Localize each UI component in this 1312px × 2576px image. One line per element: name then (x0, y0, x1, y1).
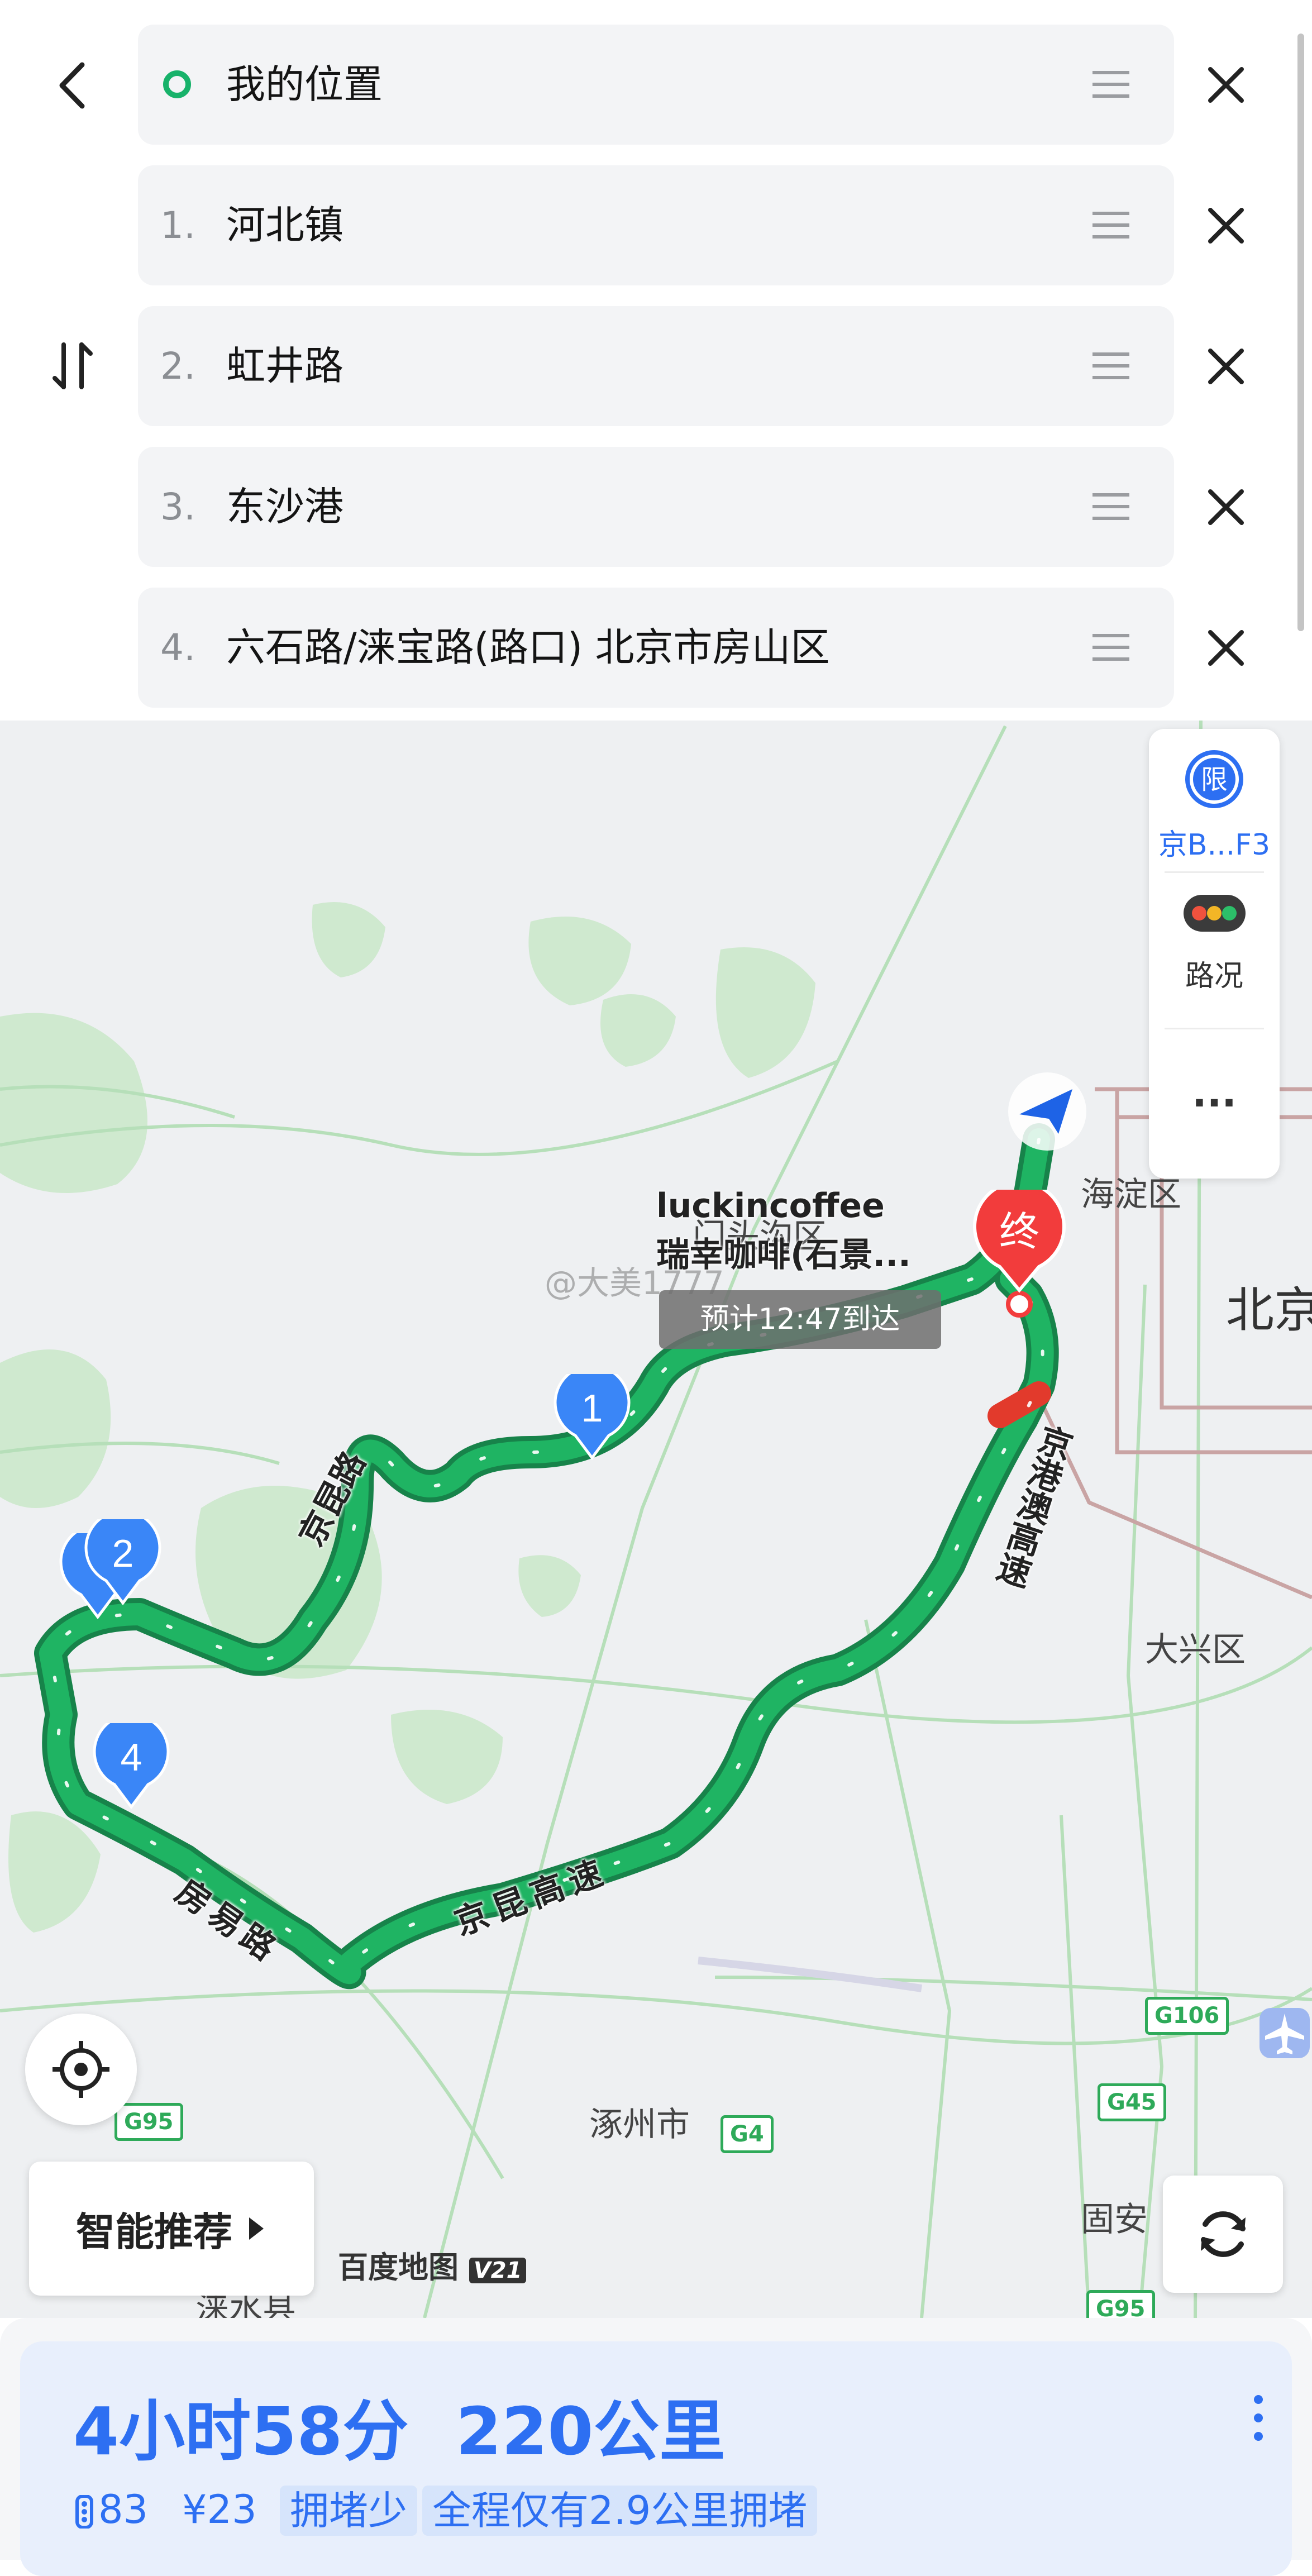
divider (1165, 871, 1264, 873)
waypoint-2-field[interactable]: 2. 虹井路 (138, 306, 1174, 426)
waypoint-name: 六石路/涞宝路(路口) 北京市房山区 (226, 624, 830, 670)
route-duration: 4小时58分 (73, 2393, 409, 2470)
waypoint-1-field[interactable]: 1. 河北镇 (138, 165, 1174, 285)
remove-waypoint-4-icon[interactable] (1198, 620, 1254, 676)
waypoint-name: 虹井路 (226, 343, 343, 389)
waypoint-name: 我的位置 (226, 61, 383, 107)
district-label: 大兴区 (1145, 1630, 1246, 1669)
my-location-dot-icon (163, 70, 191, 98)
restriction-button[interactable]: 限 京B...F3 (1149, 729, 1280, 874)
locate-me-button[interactable] (25, 2014, 137, 2125)
waypoint-marker-1[interactable]: 1 (553, 1374, 631, 1463)
refresh-route-button[interactable] (1163, 2176, 1283, 2293)
map-logo-text: 百度地图 (338, 2250, 459, 2285)
map-logo: 百度地图 V21 (338, 2243, 527, 2287)
restriction-icon: 限 (1185, 750, 1243, 808)
congestion-detail-tag: 全程仅有2.9公里拥堵 (422, 2486, 818, 2536)
traffic-light-count: 83 (98, 2487, 149, 2532)
triangle-right-icon (249, 2217, 264, 2240)
waypoint-start-field[interactable]: 我的位置 (138, 25, 1174, 145)
divider (1165, 1028, 1264, 1029)
remove-waypoint-2-icon[interactable] (1198, 338, 1254, 394)
waypoint-3-field[interactable]: 3. 东沙港 (138, 447, 1174, 567)
district-label: 北京 (1226, 1282, 1312, 1338)
marker-label: 4 (121, 1735, 142, 1779)
traffic-label: 路况 (1185, 960, 1243, 993)
restriction-icon-text: 限 (1201, 764, 1228, 795)
waypoint-index: 3. (160, 485, 195, 528)
traffic-light-icon (1184, 895, 1246, 932)
waypoint-panel: 我的位置 1. 河北镇 2. 虹井路 3. 东沙港 4. 六石路/涞宝路(路口)… (0, 0, 1312, 721)
traffic-toggle[interactable]: 路况 (1149, 874, 1280, 1019)
swap-vertical-icon (53, 342, 93, 389)
marker-label: 2 (112, 1532, 134, 1575)
swap-button[interactable] (36, 330, 109, 402)
highway-badge: G95 (114, 2103, 183, 2141)
map-base-layer (0, 721, 1312, 2318)
destination-marker[interactable]: 终 (972, 1190, 1067, 1318)
waypoint-marker-4[interactable]: 4 (92, 1723, 170, 1812)
minor-roads (0, 721, 1312, 2318)
highway-badge: G106 (1145, 1997, 1229, 2035)
remove-waypoint-0-icon[interactable] (1198, 57, 1254, 113)
highway-badge: G4 (721, 2115, 774, 2153)
crosshair-icon (53, 2041, 109, 2098)
map-tools-panel: 限 京B...F3 路况 ··· (1149, 729, 1280, 1179)
route-option-card[interactable]: 4小时58分 220公里 83 ¥23 拥堵少 全程仅有2.9公里拥堵 (20, 2341, 1292, 2576)
back-button[interactable] (36, 49, 109, 122)
railway (698, 1957, 923, 1992)
smart-recommend-button[interactable]: 智能推荐 (29, 2162, 314, 2296)
drag-handle-icon[interactable] (1092, 69, 1129, 100)
smart-recommend-label: 智能推荐 (76, 2208, 232, 2255)
route-cost: ¥23 (182, 2487, 257, 2532)
restriction-plate: 京B...F3 (1158, 828, 1271, 862)
waypoint-index: 4. (160, 626, 195, 669)
highway-badge: G95 (1086, 2290, 1155, 2318)
drag-handle-icon[interactable] (1092, 632, 1129, 663)
waypoint-4-field[interactable]: 4. 六石路/涞宝路(路口) 北京市房山区 (138, 588, 1174, 708)
drag-handle-icon[interactable] (1092, 350, 1129, 381)
waypoint-index: 1. (160, 204, 195, 247)
waypoint-index: 2. (160, 345, 195, 388)
district-label: 固安 (1081, 2200, 1148, 2239)
airport-icon (1259, 2008, 1310, 2058)
eta-bubble: 预计12:47到达 (659, 1290, 941, 1349)
route-distance: 220公里 (456, 2393, 726, 2470)
marker-label: 1 (581, 1386, 603, 1430)
route-summary-sheet: 4小时58分 220公里 83 ¥23 拥堵少 全程仅有2.9公里拥堵 (0, 2318, 1312, 2576)
scrollbar[interactable] (1297, 34, 1304, 631)
map-version-badge: V21 (469, 2258, 527, 2283)
waypoint-name: 东沙港 (226, 484, 343, 529)
remove-waypoint-1-icon[interactable] (1198, 198, 1254, 254)
map-view[interactable]: 门头沟区 海淀区 北京 大兴区 涿州市 固安 涞水县 G95 G4 G45 G1… (0, 721, 1312, 2318)
drag-handle-icon[interactable] (1092, 491, 1129, 522)
more-vertical-icon[interactable] (1252, 2393, 1265, 2443)
chevron-left-icon (59, 62, 85, 109)
drag-handle-icon[interactable] (1092, 209, 1129, 241)
remove-waypoint-3-icon[interactable] (1198, 479, 1254, 535)
waypoint-marker-2[interactable]: 2 (84, 1519, 162, 1609)
district-label: 涿州市 (589, 2105, 690, 2144)
waypoint-name: 河北镇 (226, 202, 343, 248)
refresh-icon (1200, 2211, 1246, 2257)
congestion-tag: 拥堵少 (280, 2486, 417, 2536)
more-button[interactable]: ··· (1149, 1031, 1280, 1176)
traffic-light-count-icon (75, 2495, 93, 2529)
current-location-arrow-icon (1008, 1072, 1086, 1151)
highway-badge: G45 (1098, 2083, 1166, 2121)
destination-label: 终 (999, 1208, 1039, 1255)
